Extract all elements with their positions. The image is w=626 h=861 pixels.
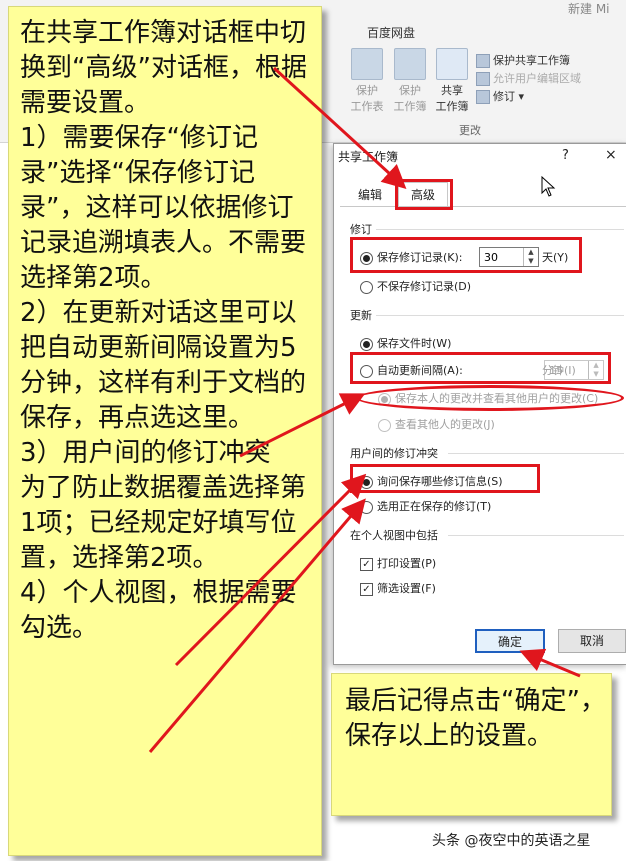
arrow-to-ok-button xyxy=(519,648,581,678)
arrow-to-win-conflict xyxy=(148,498,366,753)
arrow-to-advanced-tab xyxy=(272,66,407,190)
watermark: 头条 @夜空中的英语之星 xyxy=(432,833,591,849)
arrow-to-save-and-see xyxy=(239,393,366,458)
annotation-arrows xyxy=(148,66,581,753)
arrow-to-ask-conflict xyxy=(174,473,367,667)
